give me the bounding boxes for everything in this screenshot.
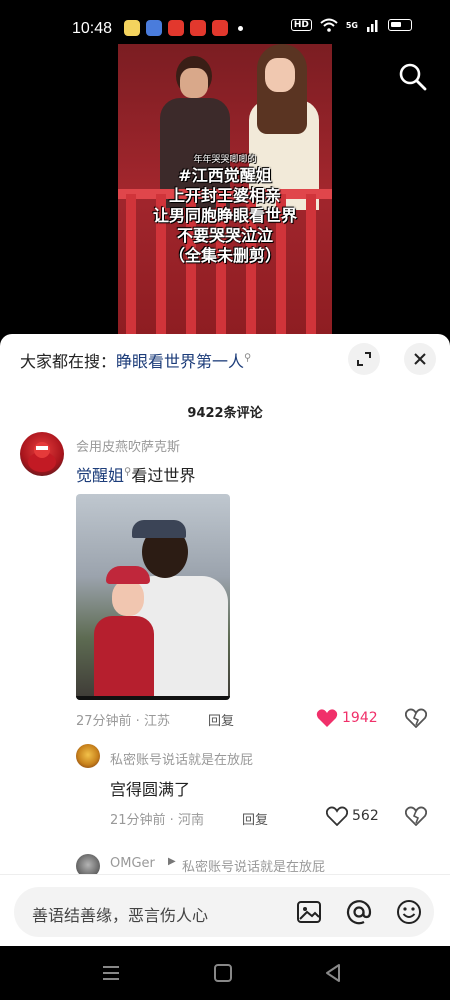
reply-button[interactable]: 回复 (208, 710, 234, 729)
comment-username[interactable]: 私密账号说话就是在放屁 (110, 749, 253, 768)
search-small-icon: ⚲ (244, 352, 252, 364)
comment-photo[interactable] (76, 494, 230, 700)
app-notification-icon (168, 20, 184, 36)
dislike-icon[interactable] (405, 806, 427, 826)
avatar-image (28, 442, 56, 472)
dislike-icon[interactable] (405, 708, 427, 728)
comment-count: 9422条评论 (187, 406, 263, 421)
app-notification-icon (124, 20, 140, 36)
like-count: 562 (352, 808, 379, 824)
caption-line: #江西觉醒姐 (178, 166, 272, 185)
at-mention-icon[interactable] (346, 899, 372, 925)
comment-time-location: 27分钟前 · 江苏 (76, 714, 170, 729)
menu-icon[interactable] (100, 962, 122, 984)
video-player[interactable]: 年年哭哭唧唧的 #江西觉醒姐 上开封王婆相亲 让男同胞睁眼看世界 不要哭哭泣泣 … (0, 44, 450, 334)
expand-button[interactable] (348, 343, 380, 375)
avatar[interactable] (76, 744, 100, 768)
expand-icon (357, 352, 371, 366)
app-notification-icon (146, 20, 162, 36)
caption-line: （全集未删剪） (168, 246, 281, 265)
wifi-icon (320, 18, 338, 32)
video-frame: 年年哭哭唧唧的 #江西觉醒姐 上开封王婆相亲 让男同胞睁眼看世界 不要哭哭泣泣 … (118, 44, 332, 334)
search-suggestion-prefix: 大家都在搜： (20, 352, 117, 371)
comment-input-placeholder: 善语结善缘，恶言伤人心 (32, 906, 209, 925)
comment-time-location: 21分钟前 · 河南 (110, 813, 204, 828)
signal-icon (367, 20, 378, 32)
comment-text: 宫得圆满了 (110, 780, 191, 799)
comment-username[interactable]: OMGer (110, 856, 155, 871)
search-suggestion[interactable]: 大家都在搜：睁眼看世界第一人⚲ (20, 348, 251, 372)
avatar[interactable] (20, 432, 64, 476)
status-app-icons (124, 20, 243, 36)
video-caption: 年年哭哭唧唧的 #江西觉醒姐 上开封王婆相亲 让男同胞睁眼看世界 不要哭哭泣泣 … (118, 154, 332, 266)
close-button[interactable] (404, 343, 436, 375)
close-icon (414, 353, 426, 365)
heart-filled-icon (316, 709, 338, 727)
status-time: 10:48 (72, 20, 113, 37)
app-notification-icon (212, 20, 228, 36)
status-bar: 10:48 HD 5G (0, 0, 450, 44)
search-suggestion-keyword[interactable]: 睁眼看世界第一人 (116, 352, 244, 371)
comment-text-rest: 看过世界 (131, 466, 196, 485)
status-indicators: HD 5G (290, 18, 412, 32)
comment-text: 觉醒姐⚲看过世界 (76, 462, 195, 486)
caption-line: 让男同胞睁眼看世界 (152, 206, 297, 225)
like-button[interactable]: 562 (326, 806, 379, 826)
home-icon[interactable] (212, 962, 234, 984)
like-button[interactable]: 1942 (316, 708, 378, 728)
reply-to-username[interactable]: 私密账号说话就是在放屁 (182, 856, 325, 875)
caption-line: 上开封王婆相亲 (168, 186, 281, 205)
network-label: 5G (345, 20, 358, 30)
emoji-icon[interactable] (396, 899, 422, 925)
image-icon[interactable] (296, 899, 322, 925)
search-icon[interactable] (398, 62, 428, 92)
more-notifications-dot (238, 25, 243, 31)
comment-username[interactable]: 会用皮燕吹萨克斯 (76, 436, 180, 455)
comment-keyword-link[interactable]: 觉醒姐 (76, 466, 124, 485)
heart-outline-icon (326, 806, 348, 826)
app-notification-icon (190, 20, 206, 36)
hd-badge: HD (290, 19, 312, 31)
caption-small: 年年哭哭唧唧的 (193, 155, 257, 165)
back-icon[interactable] (322, 962, 344, 984)
reply-button[interactable]: 回复 (242, 809, 268, 828)
caption-line: 不要哭哭泣泣 (176, 226, 273, 245)
comment-input-bar: 善语结善缘，恶言伤人心 (0, 874, 450, 946)
comments-sheet: 大家都在搜：睁眼看世界第一人⚲ 9422条评论 会用皮燕吹萨克斯 觉醒姐⚲看过世… (0, 334, 450, 946)
reply-arrow-icon: ▶ (168, 856, 176, 867)
system-nav-bar (0, 946, 450, 1000)
like-count: 1942 (342, 710, 378, 726)
comment-input[interactable]: 善语结善缘，恶言伤人心 (14, 887, 434, 937)
battery-icon (388, 19, 412, 31)
